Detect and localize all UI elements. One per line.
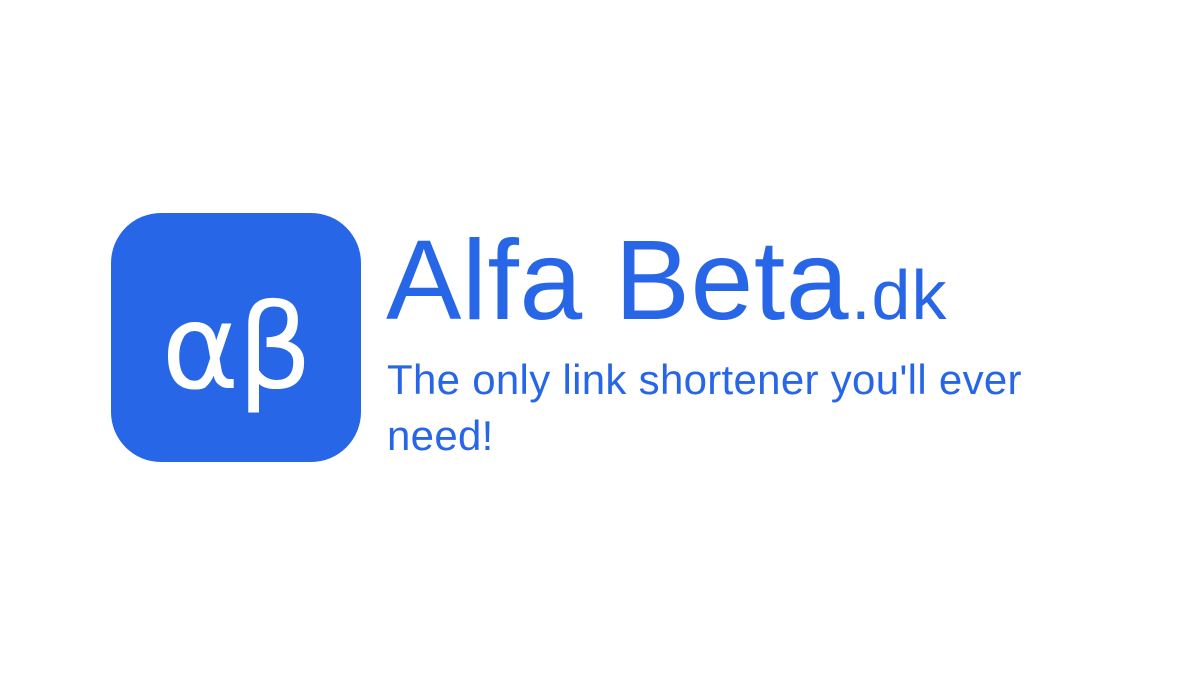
- brand-tagline: The only link shortener you'll ever need…: [387, 356, 1022, 459]
- logo-alpha-beta-mark: αβ: [161, 277, 312, 416]
- brand-wordmark: Alfa Beta.dk: [386, 224, 947, 337]
- brand-logo: αβ: [111, 213, 361, 462]
- brand-name: Alfa Beta: [386, 217, 850, 343]
- brand-tld: .dk: [851, 256, 948, 334]
